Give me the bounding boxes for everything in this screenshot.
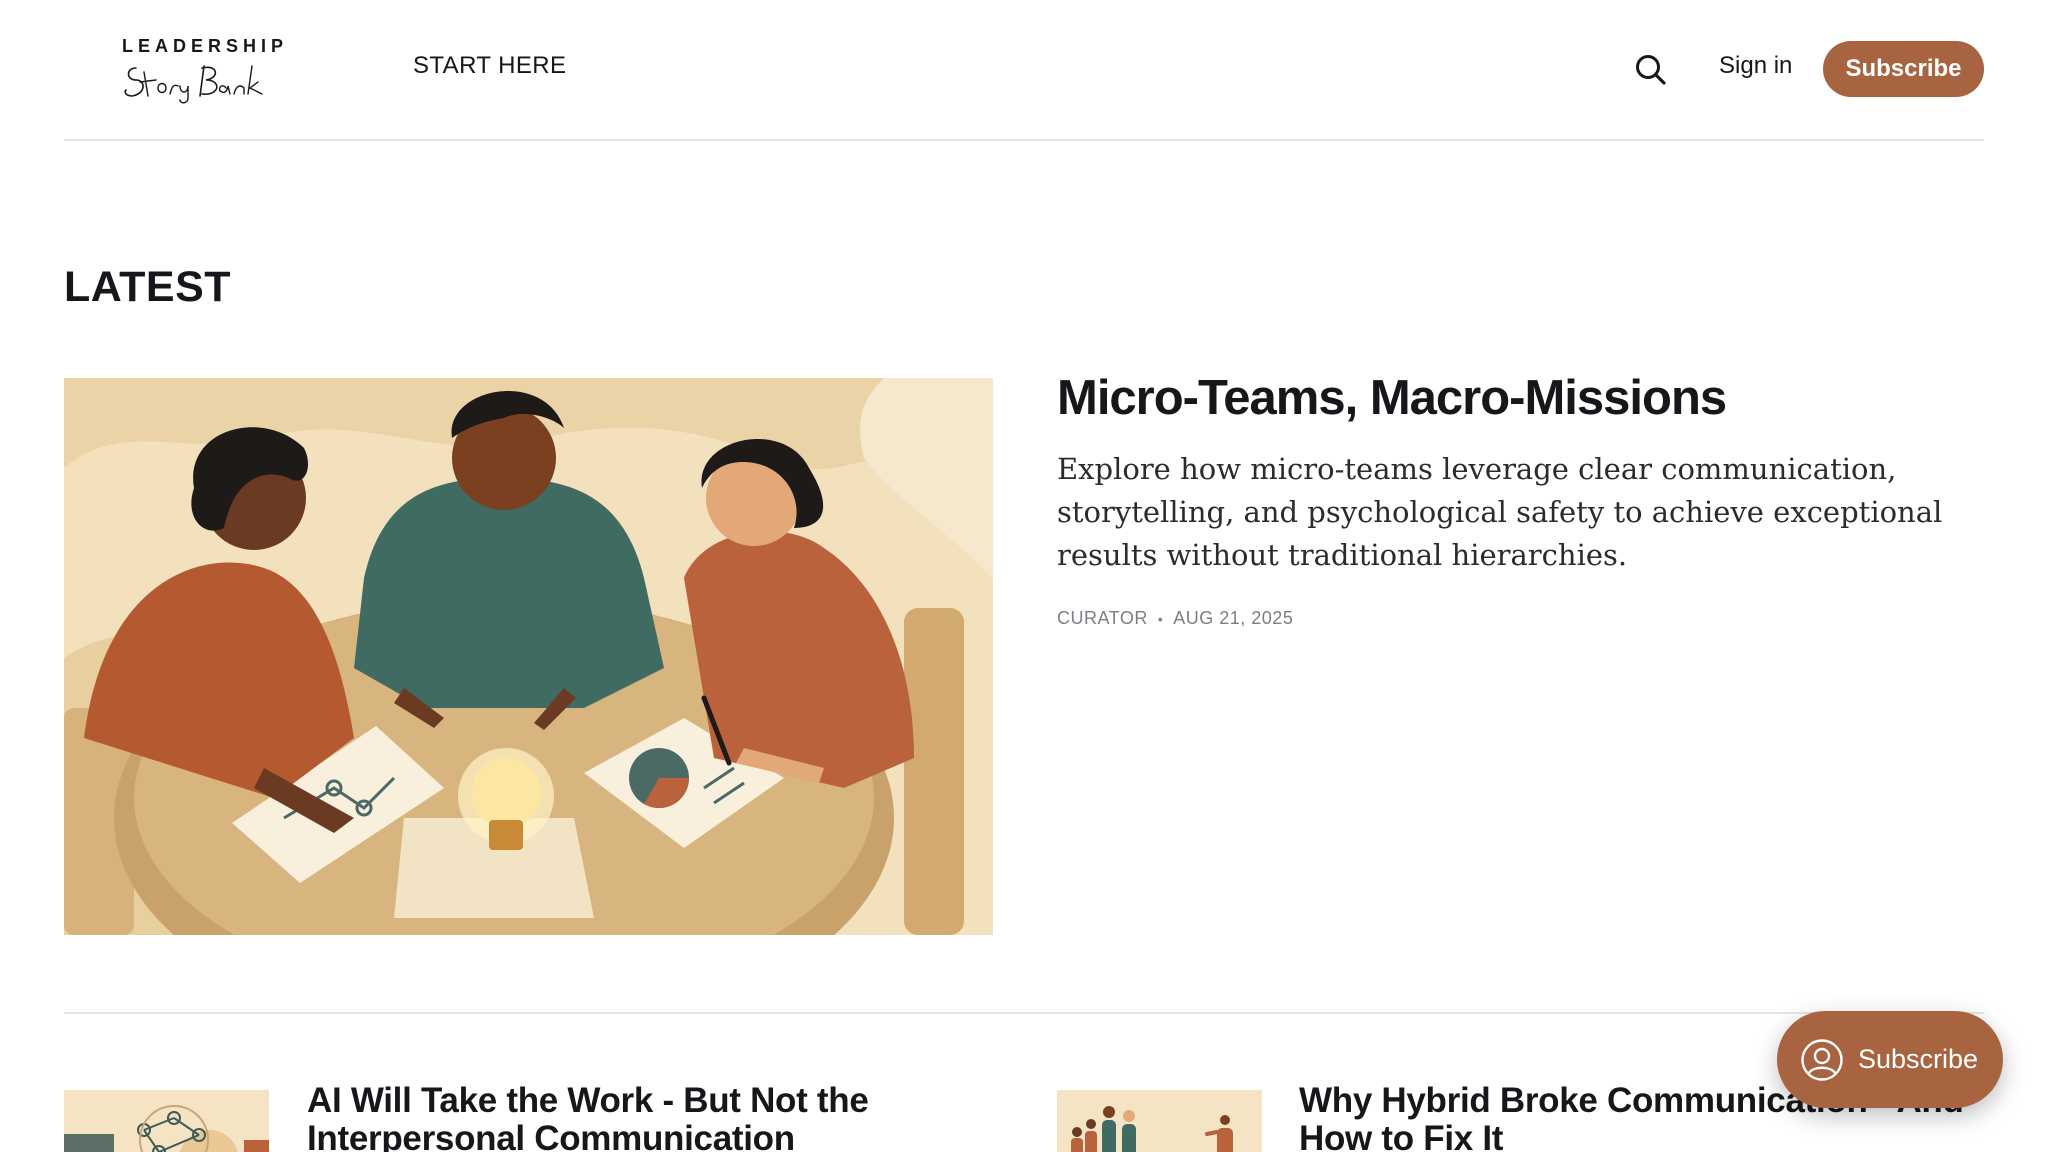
post-author[interactable]: CURATOR (1057, 608, 1148, 629)
section-title: LATEST (64, 263, 232, 311)
portal-subscribe-label: Subscribe (1858, 1044, 1979, 1074)
sign-in-link[interactable]: Sign in (1719, 52, 1792, 80)
team-illustration (64, 378, 993, 935)
portal-subscribe-button[interactable]: Subscribe (1777, 1011, 2003, 1108)
section-divider (64, 1012, 1984, 1014)
site-header: LEADERSHIP START HERE Sign in Subscribe (64, 0, 1984, 141)
post-thumbnail-hybrid[interactable] (1057, 1090, 1262, 1152)
user-circle-icon (1801, 1038, 1843, 1081)
post-date: AUG 21, 2025 (1173, 608, 1294, 628)
hybrid-team-illustration (1057, 1090, 1262, 1152)
post-title-ai[interactable]: AI Will Take the Work - But Not the Inte… (307, 1082, 1027, 1152)
nav-start-here[interactable]: START HERE (413, 52, 566, 80)
featured-post-excerpt: Explore how micro-teams leverage clear c… (1057, 452, 1943, 572)
post-thumbnail-ai[interactable] (64, 1090, 269, 1152)
featured-post-meta: CURATOR • AUG 21, 2025 (1057, 608, 1293, 629)
site-logo[interactable]: LEADERSHIP (122, 34, 283, 104)
logo-wordmark: LEADERSHIP (122, 36, 289, 56)
ai-network-illustration (64, 1090, 269, 1152)
featured-post-title[interactable]: Micro-Teams, Macro-Missions (1057, 370, 1937, 426)
featured-image[interactable] (64, 378, 993, 935)
subscribe-button[interactable]: Subscribe (1823, 41, 1984, 97)
logo-script-mark (124, 65, 263, 104)
meta-separator: • (1157, 610, 1164, 627)
search-button[interactable] (1631, 50, 1671, 90)
search-icon (1636, 55, 1666, 85)
